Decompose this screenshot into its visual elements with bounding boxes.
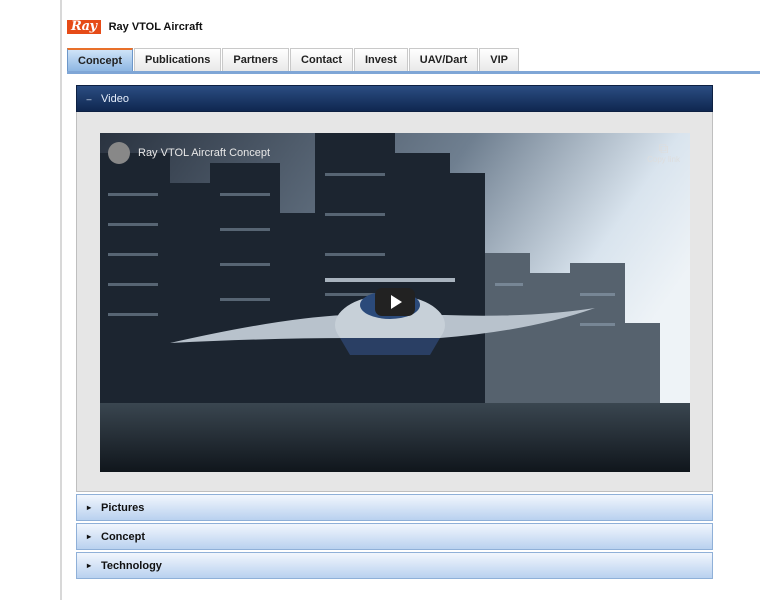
triangle-right-icon: ▸ <box>86 561 91 570</box>
video-title-bar: Ray VTOL Aircraft Concept <box>108 142 270 164</box>
left-rule <box>60 0 62 600</box>
tab-invest[interactable]: Invest <box>354 48 408 71</box>
video-player[interactable]: Ray VTOL Aircraft Concept ⧉ Copy link <box>100 133 690 472</box>
video-title[interactable]: Ray VTOL Aircraft Concept <box>138 147 270 159</box>
tab-publications[interactable]: Publications <box>134 48 222 71</box>
ray-logo[interactable]: Ray <box>67 20 101 34</box>
channel-avatar[interactable] <box>108 142 130 164</box>
tab-underline <box>67 71 760 74</box>
copy-link-button[interactable]: ⧉ Copy link <box>647 141 680 164</box>
site-header: Ray Ray VTOL Aircraft <box>67 17 203 37</box>
video-section-header[interactable]: – Video <box>76 85 713 112</box>
copy-link-label: Copy link <box>647 155 680 164</box>
main-tabs: Concept Publications Partners Contact In… <box>67 48 520 71</box>
tab-uav-dart[interactable]: UAV/Dart <box>408 48 479 71</box>
tab-vip[interactable]: VIP <box>479 48 520 71</box>
tab-concept[interactable]: Concept <box>67 48 133 71</box>
tab-partners[interactable]: Partners <box>222 48 290 71</box>
copy-icon: ⧉ <box>658 140 669 156</box>
video-section-body: Ray VTOL Aircraft Concept ⧉ Copy link <box>76 112 713 492</box>
video-section-label: Video <box>101 92 129 105</box>
tab-contact[interactable]: Contact <box>290 48 353 71</box>
triangle-right-icon: ▸ <box>86 532 91 541</box>
accordion-label: Technology <box>101 559 162 572</box>
triangle-right-icon: ▸ <box>86 503 91 512</box>
accordion-concept[interactable]: ▸ Concept <box>76 523 713 550</box>
accordion-label: Concept <box>101 530 145 543</box>
minus-icon: – <box>86 93 92 104</box>
accordion-label: Pictures <box>101 501 145 514</box>
accordion-technology[interactable]: ▸ Technology <box>76 552 713 579</box>
play-button[interactable] <box>375 288 415 316</box>
accordion-pictures[interactable]: ▸ Pictures <box>76 494 713 521</box>
brand-title: Ray VTOL Aircraft <box>108 21 203 33</box>
